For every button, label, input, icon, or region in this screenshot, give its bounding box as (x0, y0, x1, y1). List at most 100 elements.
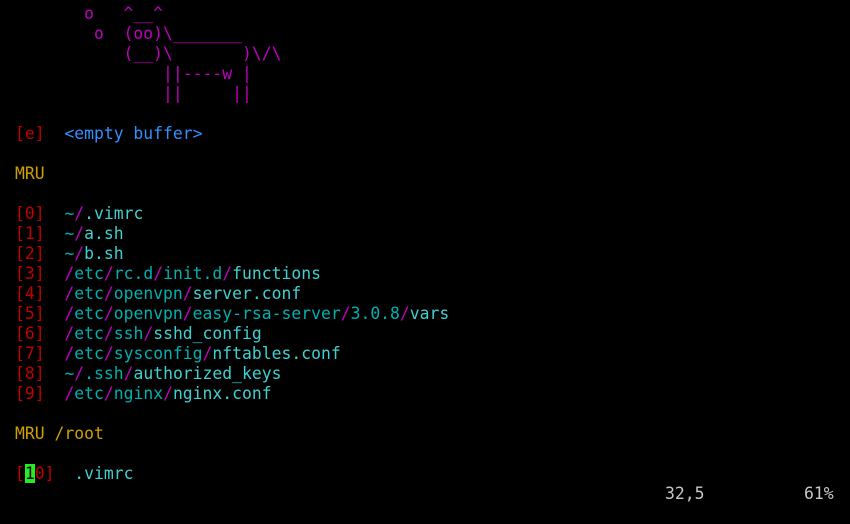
entry-key: [7] (15, 344, 45, 363)
entry-key: [8] (15, 364, 45, 383)
path-separator: / (74, 364, 85, 383)
mru-entry[interactable]: [3] /etc/rc.d/init.d/functions (15, 264, 850, 284)
text-cursor: 1 (24, 464, 35, 483)
path-filename: .vimrc (84, 204, 144, 223)
mru-entry[interactable]: [9] /etc/nginx/nginx.conf (15, 384, 850, 404)
path-directory: etc (74, 284, 104, 303)
cowsay-line: (__)\ )\/\ (15, 44, 282, 63)
entry-key: [5] (15, 304, 45, 323)
path-separator: / (340, 304, 351, 323)
cowsay-line: ||----w | (15, 64, 252, 83)
path-filename: sshd_config (153, 324, 262, 343)
path-separator: / (64, 304, 75, 323)
cwd-mru-entry[interactable]: [10] .vimrc (15, 464, 850, 484)
path-directory: openvpn (113, 304, 183, 323)
path-directory: ~ (64, 244, 75, 263)
path-directory: 3.0.8 (350, 304, 400, 323)
path-separator: / (103, 324, 114, 343)
path-directory: init.d (163, 264, 223, 283)
entry-key: [2] (15, 244, 45, 263)
path-separator: / (182, 284, 193, 303)
entry-key: [3] (15, 264, 45, 283)
path-directory: easy-rsa-server (192, 304, 341, 323)
path-directory: rc.d (113, 264, 154, 283)
path-directory: ssh (113, 324, 144, 343)
entry-key: [6] (15, 324, 45, 343)
cowsay-line: o ^__^ (15, 4, 164, 23)
path-filename: server.conf (192, 284, 302, 303)
path-directory: etc (74, 344, 104, 363)
mru-header: MRU (15, 164, 45, 183)
path-separator: / (103, 384, 114, 403)
path-separator: / (103, 344, 114, 363)
mru-entry[interactable]: [2] ~/b.sh (15, 244, 850, 264)
cursor-position: 32,5 (665, 484, 705, 503)
mru-entry[interactable]: [1] ~/a.sh (15, 224, 850, 244)
mru-entry[interactable]: [4] /etc/openvpn/server.conf (15, 284, 850, 304)
mru-entry[interactable]: [7] /etc/sysconfig/nftables.conf (15, 344, 850, 364)
path-separator: / (64, 324, 75, 343)
scroll-percent: 61% (804, 484, 834, 503)
mru-entry[interactable]: [8] ~/.ssh/authorized_keys (15, 364, 850, 384)
path-directory: etc (74, 384, 104, 403)
path-separator: / (202, 344, 213, 363)
mru-entry[interactable]: [5] /etc/openvpn/easy-rsa-server/3.0.8/v… (15, 304, 850, 324)
path-separator: / (103, 264, 114, 283)
path-separator: / (74, 204, 85, 223)
entry-key: [0] (15, 204, 45, 223)
path-filename: nftables.conf (212, 344, 341, 363)
mru-entry[interactable]: [0] ~/.vimrc (15, 204, 850, 224)
path-directory: .ssh (84, 364, 124, 383)
entry-key: [1] (15, 224, 45, 243)
cowsay-line: || || (15, 84, 252, 103)
path-separator: / (163, 384, 173, 403)
mru-cwd-header: MRU /root (15, 424, 104, 443)
path-separator: / (74, 244, 85, 263)
path-filename: a.sh (84, 224, 124, 243)
terminal-screen[interactable]: o ^__^ o (oo)\_______ (__)\ )\/\ ||----w… (15, 4, 850, 484)
path-separator: / (399, 304, 410, 323)
path-filename: nginx.conf (172, 384, 272, 403)
entry-key-rest: 0] (34, 464, 55, 483)
mru-list: [0] ~/.vimrc [1] ~/a.sh [2] ~/b.sh [3] /etc… (15, 204, 850, 404)
path-filename: vars (409, 304, 450, 323)
path-separator: / (123, 364, 134, 383)
path-separator: / (64, 264, 75, 283)
path-filename: b.sh (84, 244, 124, 263)
empty-buffer-label: <empty buffer> (64, 124, 203, 143)
path-directory: nginx (113, 384, 164, 403)
path-directory: ~ (64, 224, 75, 243)
path-separator: / (64, 284, 75, 303)
entry-key-open: [ (15, 464, 25, 483)
path-separator: / (182, 304, 193, 323)
entry-file: .vimrc (74, 464, 134, 483)
entry-key: [e] (15, 124, 45, 143)
entry-key: [4] (15, 284, 45, 303)
path-filename: functions (232, 264, 321, 283)
path-directory: sysconfig (113, 344, 203, 363)
path-directory: ~ (64, 204, 75, 223)
mru-entry[interactable]: [6] /etc/ssh/sshd_config (15, 324, 850, 344)
path-directory: etc (74, 324, 104, 343)
path-directory: openvpn (113, 284, 183, 303)
path-separator: / (64, 344, 75, 363)
path-directory: etc (74, 304, 104, 323)
path-directory: ~ (64, 364, 75, 383)
path-directory: etc (74, 264, 104, 283)
cowsay-art: o ^__^ o (oo)\_______ (__)\ )\/\ ||----w… (15, 4, 850, 104)
path-separator: / (143, 324, 154, 343)
path-separator: / (153, 264, 164, 283)
path-separator: / (103, 304, 114, 323)
entry-key: [9] (15, 384, 45, 403)
empty-buffer-entry[interactable]: [e] <empty buffer> (15, 124, 850, 144)
path-separator: / (222, 264, 233, 283)
path-filename: authorized_keys (133, 364, 282, 383)
cowsay-line: o (oo)\_______ (15, 24, 242, 43)
path-separator: / (103, 284, 114, 303)
path-separator: / (74, 224, 85, 243)
